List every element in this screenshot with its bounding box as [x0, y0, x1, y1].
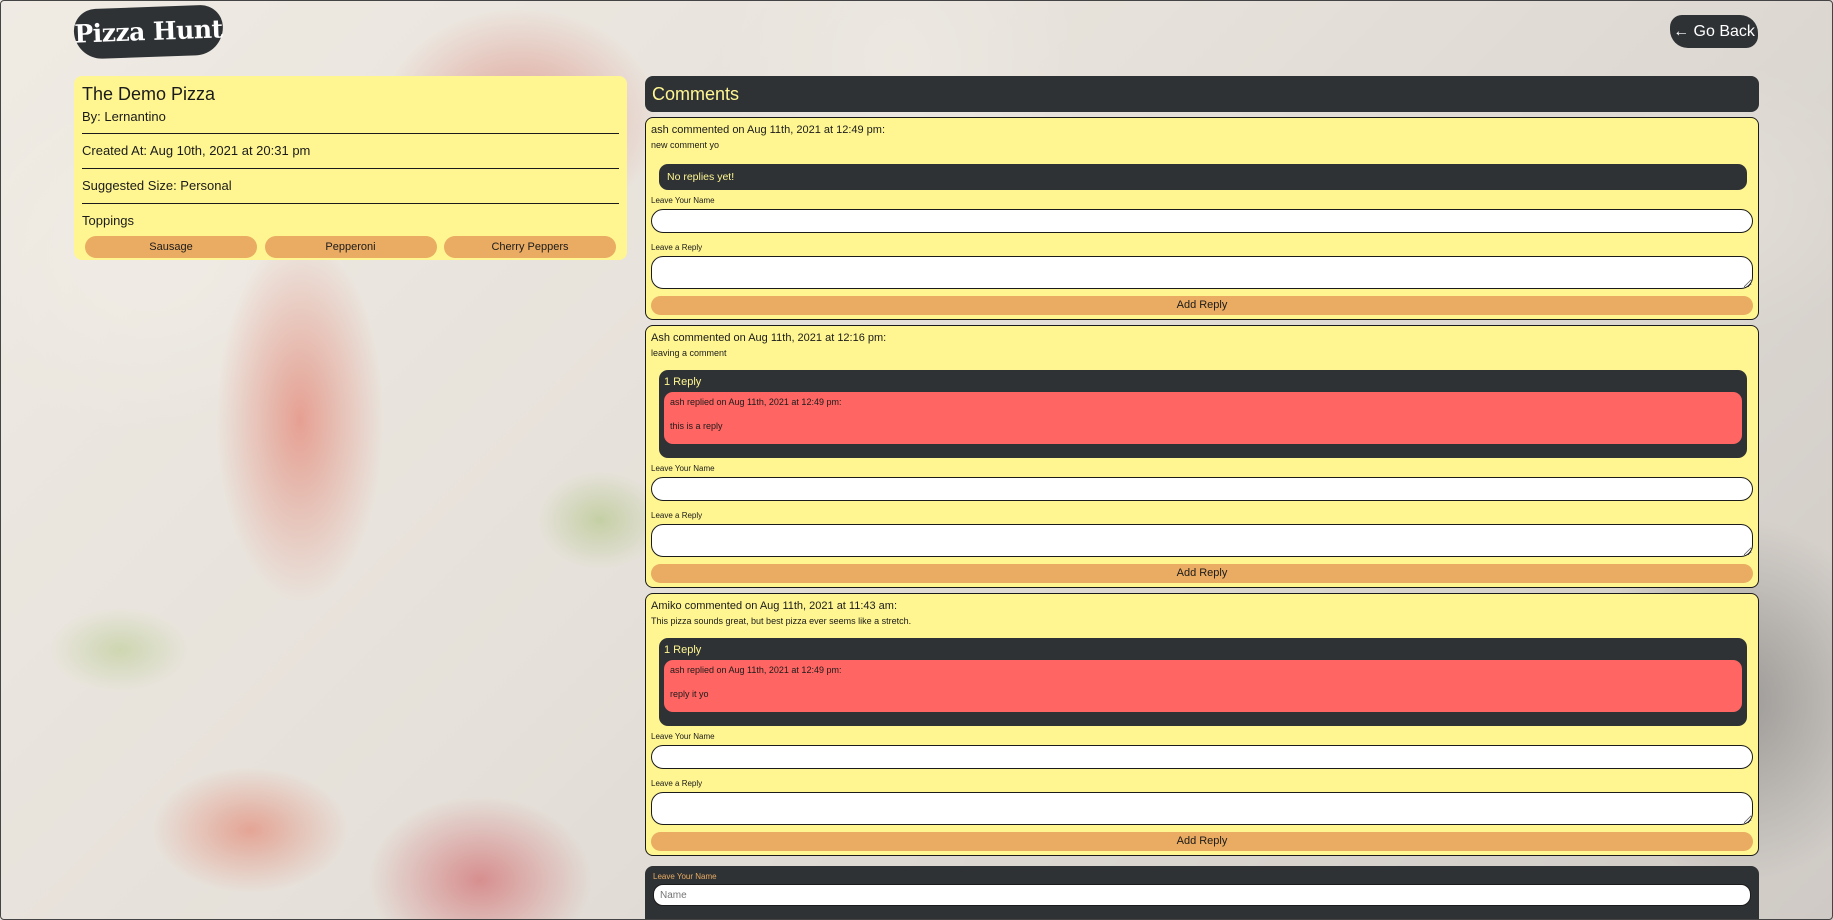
comments-header: Comments	[645, 76, 1759, 112]
pizza-size: Suggested Size: Personal	[82, 169, 619, 204]
replies-count: 1 Reply	[664, 376, 702, 388]
pizza-name: The Demo Pizza	[82, 84, 216, 104]
reply-name-input[interactable]	[651, 745, 1753, 769]
reply-meta: ash replied on Aug 11th, 2021 at 12:49 p…	[670, 665, 842, 675]
comments-section: Comments ash commented on Aug 11th, 2021…	[645, 76, 1759, 920]
go-back-button[interactable]: ← Go Back	[1670, 15, 1758, 48]
comment-text: leaving a comment	[651, 348, 727, 358]
reply-text-input[interactable]	[651, 792, 1753, 825]
add-reply-button[interactable]: Add Reply	[651, 296, 1753, 315]
reply-text-input[interactable]	[651, 256, 1753, 289]
add-reply-button[interactable]: Add Reply	[651, 832, 1753, 851]
page-header: Pizza Hunt ← Go Back	[0, 0, 1833, 60]
comment-meta: ash commented on Aug 11th, 2021 at 12:49…	[651, 124, 886, 136]
reply-name-input[interactable]	[651, 477, 1753, 501]
reply-card: ash replied on Aug 11th, 2021 at 12:49 p…	[664, 392, 1742, 444]
topping-badge: Cherry Peppers	[444, 236, 616, 258]
comment-meta: Amiko commented on Aug 11th, 2021 at 11:…	[651, 600, 898, 612]
add-reply-button[interactable]: Add Reply	[651, 564, 1753, 583]
name-field-label: Leave Your Name	[651, 196, 715, 205]
pizza-hunt-logo[interactable]: Pizza Hunt	[73, 4, 224, 60]
replies-panel: 1 Reply ash replied on Aug 11th, 2021 at…	[659, 638, 1747, 726]
new-comment-name-input[interactable]	[653, 884, 1751, 906]
topping-badge: Sausage	[85, 236, 257, 258]
replies-count: 1 Reply	[664, 644, 702, 656]
comment-meta: Ash commented on Aug 11th, 2021 at 12:16…	[651, 332, 887, 344]
comment-card: ash commented on Aug 11th, 2021 at 12:49…	[645, 117, 1759, 320]
toppings-label: Toppings	[82, 213, 135, 228]
comment-text: This pizza sounds great, but best pizza …	[651, 616, 912, 626]
topping-badge: Pepperoni	[264, 236, 437, 258]
name-field-label: Leave Your Name	[651, 732, 715, 741]
pizza-author: By: Lernantino	[82, 109, 619, 134]
no-replies-notice: No replies yet!	[659, 164, 1747, 190]
reply-text-input[interactable]	[651, 524, 1753, 557]
new-comment-form: Leave Your Name	[645, 866, 1759, 920]
reply-field-label: Leave a Reply	[651, 779, 703, 788]
replies-panel: 1 Reply ash replied on Aug 11th, 2021 at…	[659, 370, 1747, 458]
reply-text: reply it yo	[670, 689, 709, 699]
new-comment-name-label: Leave Your Name	[653, 872, 717, 881]
comment-card: Ash commented on Aug 11th, 2021 at 12:16…	[645, 325, 1759, 588]
reply-field-label: Leave a Reply	[651, 511, 703, 520]
reply-name-input[interactable]	[651, 209, 1753, 233]
reply-meta: ash replied on Aug 11th, 2021 at 12:49 p…	[670, 397, 842, 407]
comment-text: new comment yo	[651, 140, 720, 150]
reply-text: this is a reply	[670, 421, 723, 431]
reply-field-label: Leave a Reply	[651, 243, 703, 252]
pizza-created-at: Created At: Aug 10th, 2021 at 20:31 pm	[82, 134, 619, 169]
comment-card: Amiko commented on Aug 11th, 2021 at 11:…	[645, 593, 1759, 856]
reply-card: ash replied on Aug 11th, 2021 at 12:49 p…	[664, 660, 1742, 712]
name-field-label: Leave Your Name	[651, 464, 715, 473]
pizza-details-card: The Demo Pizza By: Lernantino Created At…	[74, 76, 627, 260]
toppings-list: Sausage Pepperoni Cherry Peppers	[82, 236, 619, 258]
